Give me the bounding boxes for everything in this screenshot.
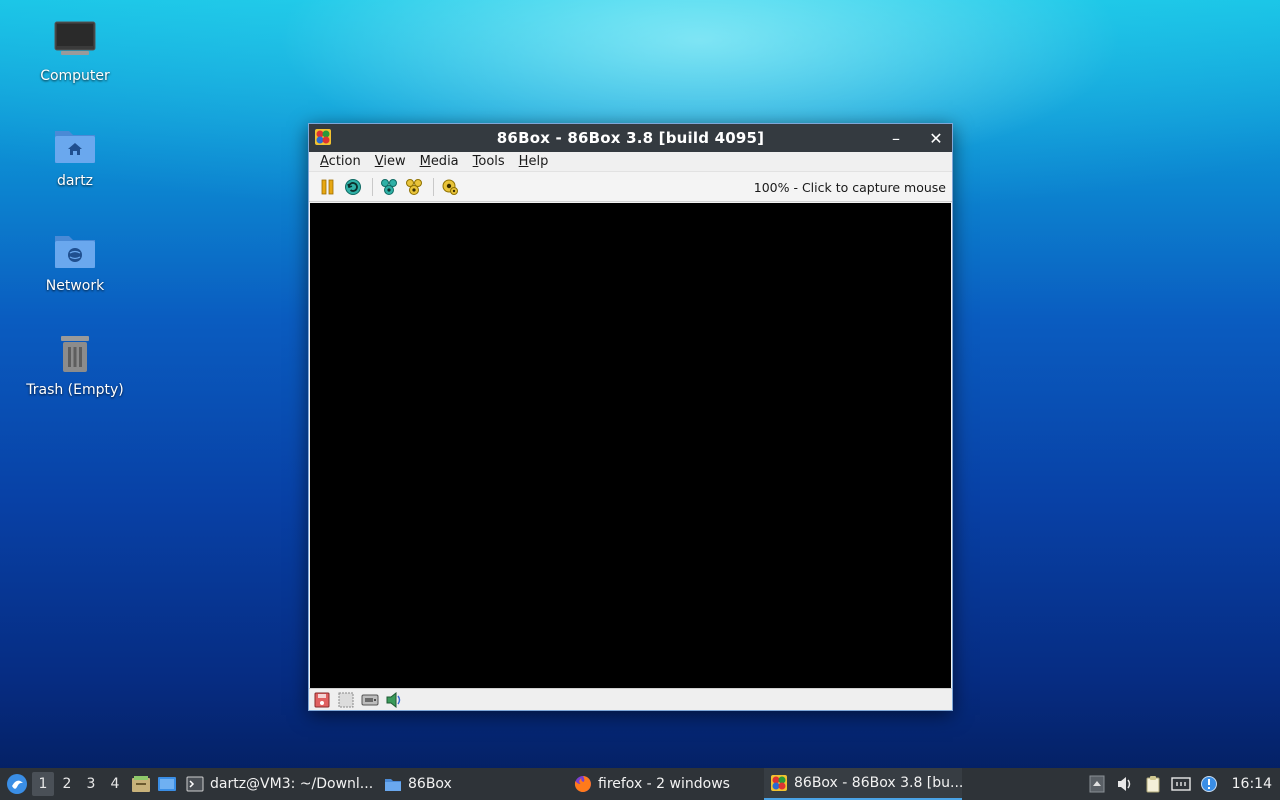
- desktop-icon-home-folder[interactable]: dartz: [20, 121, 130, 189]
- desktop-icon-label: Trash (Empty): [26, 382, 124, 398]
- network-folder-icon: [51, 226, 99, 274]
- floppy-icon[interactable]: [313, 691, 331, 709]
- menu-media[interactable]: Media: [413, 154, 466, 169]
- desktop-icon-trash[interactable]: Trash (Empty): [20, 330, 130, 398]
- lubuntu-logo-icon: [7, 774, 27, 794]
- emulator-screen[interactable]: [310, 203, 951, 689]
- pause-icon: [321, 179, 334, 194]
- start-menu-button[interactable]: [2, 768, 32, 800]
- clipboard-icon: [1146, 776, 1160, 793]
- 86box-icon: [314, 128, 332, 150]
- clipboard-button[interactable]: [1140, 770, 1166, 798]
- ctrl-alt-esc-icon: [406, 178, 422, 195]
- desktop-icon-label: Computer: [40, 68, 110, 84]
- menubar: Action View Media Tools Help: [309, 152, 952, 172]
- chevron-up-icon: [1089, 775, 1105, 793]
- task-86box-folder[interactable]: 86Box: [378, 768, 568, 800]
- volume-icon: [1117, 777, 1130, 791]
- hard-disk-icon[interactable]: [361, 691, 379, 709]
- workspace-1[interactable]: 1: [32, 772, 54, 796]
- task-label: firefox - 2 windows: [598, 776, 730, 792]
- toolbar-separator: [372, 177, 373, 196]
- network-icon: [1170, 777, 1191, 791]
- statusbar: [309, 688, 952, 710]
- desktop-icon: [158, 777, 176, 791]
- file-manager-icon: [132, 776, 150, 792]
- 86box-icon: [770, 774, 788, 792]
- ctrl-alt-esc-button[interactable]: [403, 176, 425, 198]
- toolbar-separator: [433, 177, 434, 196]
- menu-tools[interactable]: Tools: [466, 154, 512, 169]
- minimize-button[interactable]: –: [885, 127, 907, 149]
- tray-expand-button[interactable]: [1084, 770, 1110, 798]
- settings-icon: [442, 179, 458, 195]
- task-label: 86Box - 86Box 3.8 [bu...: [794, 775, 962, 791]
- desktop-icon-label: dartz: [56, 173, 94, 189]
- workspace-3[interactable]: 3: [80, 772, 102, 796]
- task-firefox[interactable]: firefox - 2 windows: [568, 768, 764, 800]
- desktop-icon-computer[interactable]: Computer: [20, 16, 130, 84]
- taskbar: 1 2 3 4 dartz@VM3: ~/Downl... 86Box fire…: [0, 768, 1280, 800]
- folder-icon: [384, 775, 402, 793]
- menu-action[interactable]: Action: [313, 154, 368, 169]
- system-tray: 16:14: [1082, 768, 1280, 800]
- clock[interactable]: 16:14: [1232, 776, 1272, 792]
- task-label: dartz@VM3: ~/Downl...: [210, 776, 374, 792]
- ctrl-alt-del-icon: [381, 178, 397, 195]
- toolbar: 100% - Click to capture mouse: [309, 172, 952, 202]
- reset-icon: [345, 178, 361, 195]
- cdrom-icon[interactable]: [337, 691, 355, 709]
- network-button[interactable]: [1168, 770, 1194, 798]
- workspace-2[interactable]: 2: [56, 772, 78, 796]
- window-title: 86Box - 86Box 3.8 [build 4095]: [496, 129, 765, 147]
- workspace-4[interactable]: 4: [104, 772, 126, 796]
- capture-mouse-status[interactable]: 100% - Click to capture mouse: [754, 180, 946, 195]
- volume-button[interactable]: [1112, 770, 1138, 798]
- trash-icon: [51, 330, 99, 378]
- settings-button[interactable]: [439, 176, 461, 198]
- firefox-icon: [574, 775, 592, 793]
- task-86box-window[interactable]: 86Box - 86Box 3.8 [bu...: [764, 768, 962, 800]
- home-folder-icon: [51, 121, 99, 169]
- pause-button[interactable]: [317, 176, 339, 198]
- updates-button[interactable]: [1196, 770, 1222, 798]
- ctrl-alt-del-button[interactable]: [378, 176, 400, 198]
- computer-icon: [51, 16, 99, 64]
- desktop-icon-network[interactable]: Network: [20, 226, 130, 294]
- show-desktop-button[interactable]: [154, 770, 180, 798]
- window-titlebar[interactable]: 86Box - 86Box 3.8 [build 4095] – ✕: [309, 124, 952, 152]
- menu-view[interactable]: View: [368, 154, 413, 169]
- desktop-icon-label: Network: [45, 278, 105, 294]
- sound-icon[interactable]: [385, 691, 403, 709]
- task-label: 86Box: [408, 776, 452, 792]
- file-manager-launcher[interactable]: [128, 770, 154, 798]
- reset-button[interactable]: [342, 176, 364, 198]
- terminal-icon: [186, 775, 204, 793]
- close-button[interactable]: ✕: [925, 127, 947, 149]
- update-notifier-icon: [1200, 776, 1217, 792]
- task-terminal[interactable]: dartz@VM3: ~/Downl...: [180, 768, 378, 800]
- menu-help[interactable]: Help: [512, 154, 556, 169]
- 86box-window: 86Box - 86Box 3.8 [build 4095] – ✕ Actio…: [308, 123, 953, 711]
